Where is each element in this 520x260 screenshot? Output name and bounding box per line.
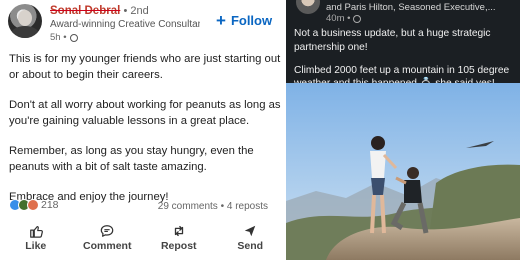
reactions-summary[interactable]: 218 bbox=[9, 199, 59, 211]
send-icon bbox=[245, 225, 256, 237]
author-avatar[interactable] bbox=[8, 4, 42, 38]
thumbs-up-icon bbox=[29, 226, 43, 238]
like-button[interactable]: Like bbox=[4, 224, 68, 258]
post-time: 5h • bbox=[50, 32, 67, 43]
post-paragraph: Don't at all worry about working for pea… bbox=[9, 99, 281, 127]
linkedin-post-light: Sonal Debral • 2nd Award-winning Creativ… bbox=[0, 0, 286, 260]
author-name-row: Sonal Debral • 2nd bbox=[50, 5, 149, 17]
post-time: 40m • bbox=[326, 13, 351, 24]
send-button[interactable]: Send bbox=[218, 224, 282, 258]
repost-label: Repost bbox=[160, 240, 197, 252]
follow-button[interactable]: + Follow bbox=[216, 12, 272, 29]
author-avatar[interactable] bbox=[296, 0, 320, 14]
author-name[interactable]: Sonal Debral bbox=[50, 5, 120, 17]
repost-button[interactable]: Repost bbox=[147, 224, 211, 258]
post-time-row: 40m • bbox=[326, 13, 362, 24]
plus-icon: + bbox=[216, 11, 226, 30]
comments-reposts-count[interactable]: 29 comments • 4 reposts bbox=[158, 201, 268, 212]
globe-icon bbox=[69, 33, 78, 42]
post-body: This is for my younger friends who are j… bbox=[9, 52, 281, 221]
comment-button[interactable]: Comment bbox=[75, 224, 139, 258]
post-actions-bar: Like Comment Repost Send bbox=[0, 224, 286, 258]
connection-degree: • 2nd bbox=[123, 5, 149, 17]
linkedin-post-dark: and Paris Hilton, Seasoned Executive,...… bbox=[286, 0, 520, 260]
send-label: Send bbox=[237, 240, 264, 252]
like-label: Like bbox=[25, 240, 47, 252]
avatar-shirt bbox=[11, 26, 39, 38]
post-header: and Paris Hilton, Seasoned Executive,... bbox=[326, 2, 496, 13]
post-paragraph: Not a business update, but a huge strate… bbox=[294, 28, 491, 53]
globe-icon bbox=[353, 14, 362, 23]
author-headline: Award-winning Creative Consultant/ ... bbox=[50, 19, 200, 30]
support-reaction-icon bbox=[27, 199, 39, 211]
comment-icon bbox=[100, 225, 114, 237]
post-paragraph: This is for my younger friends who are j… bbox=[9, 53, 281, 81]
proposal-photo[interactable] bbox=[286, 83, 520, 260]
reaction-icons bbox=[9, 199, 39, 211]
post-time-row: 5h • bbox=[50, 32, 78, 43]
reaction-count: 218 bbox=[41, 199, 59, 211]
repost-icon bbox=[174, 225, 183, 237]
follow-label: Follow bbox=[230, 13, 273, 28]
avatar-face bbox=[18, 10, 32, 26]
comment-label: Comment bbox=[83, 240, 132, 252]
post-paragraph: Remember, as long as you stay hungry, ev… bbox=[9, 145, 254, 173]
